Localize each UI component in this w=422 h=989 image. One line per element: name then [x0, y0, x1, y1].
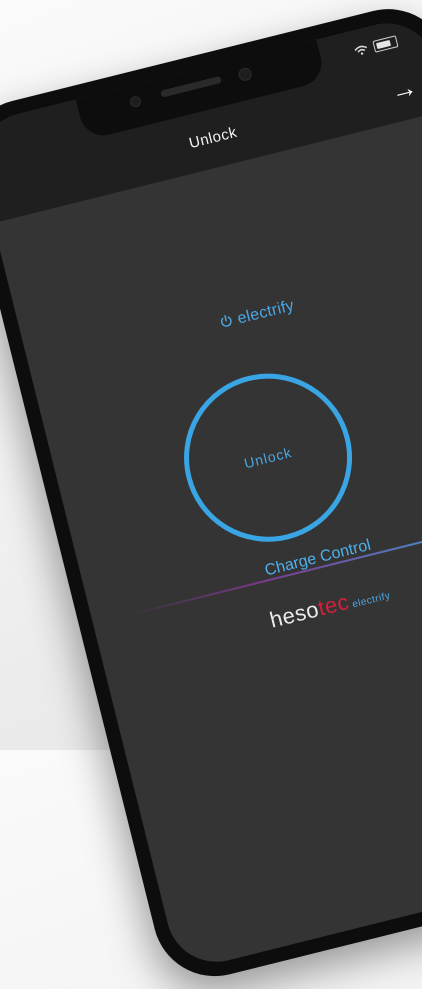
logo-part-electrify: electrify [351, 590, 392, 611]
status-bar [353, 34, 399, 58]
phone-frame: Unlock → electrify Unlock Charge Control… [0, 0, 422, 989]
electrify-brand: electrify [28, 250, 422, 381]
unlock-button-label: Unlock [242, 444, 294, 472]
wifi-icon [354, 45, 368, 55]
brand-label: electrify [235, 297, 296, 328]
front-camera [237, 66, 254, 83]
power-icon [221, 315, 232, 327]
arrow-right-icon[interactable]: → [386, 71, 422, 107]
app-screen: Unlock → electrify Unlock Charge Control… [0, 12, 422, 973]
sensor-dot [128, 95, 143, 109]
logo-part-tec: tec [315, 588, 352, 621]
navigation-bar: Unlock → [0, 12, 422, 224]
unlock-button[interactable]: Unlock [166, 355, 370, 560]
speaker-grille [160, 75, 222, 98]
battery-icon [372, 35, 399, 53]
phone-mockup: Unlock → electrify Unlock Charge Control… [0, 0, 422, 989]
logo-part-heso: heso [267, 596, 322, 633]
